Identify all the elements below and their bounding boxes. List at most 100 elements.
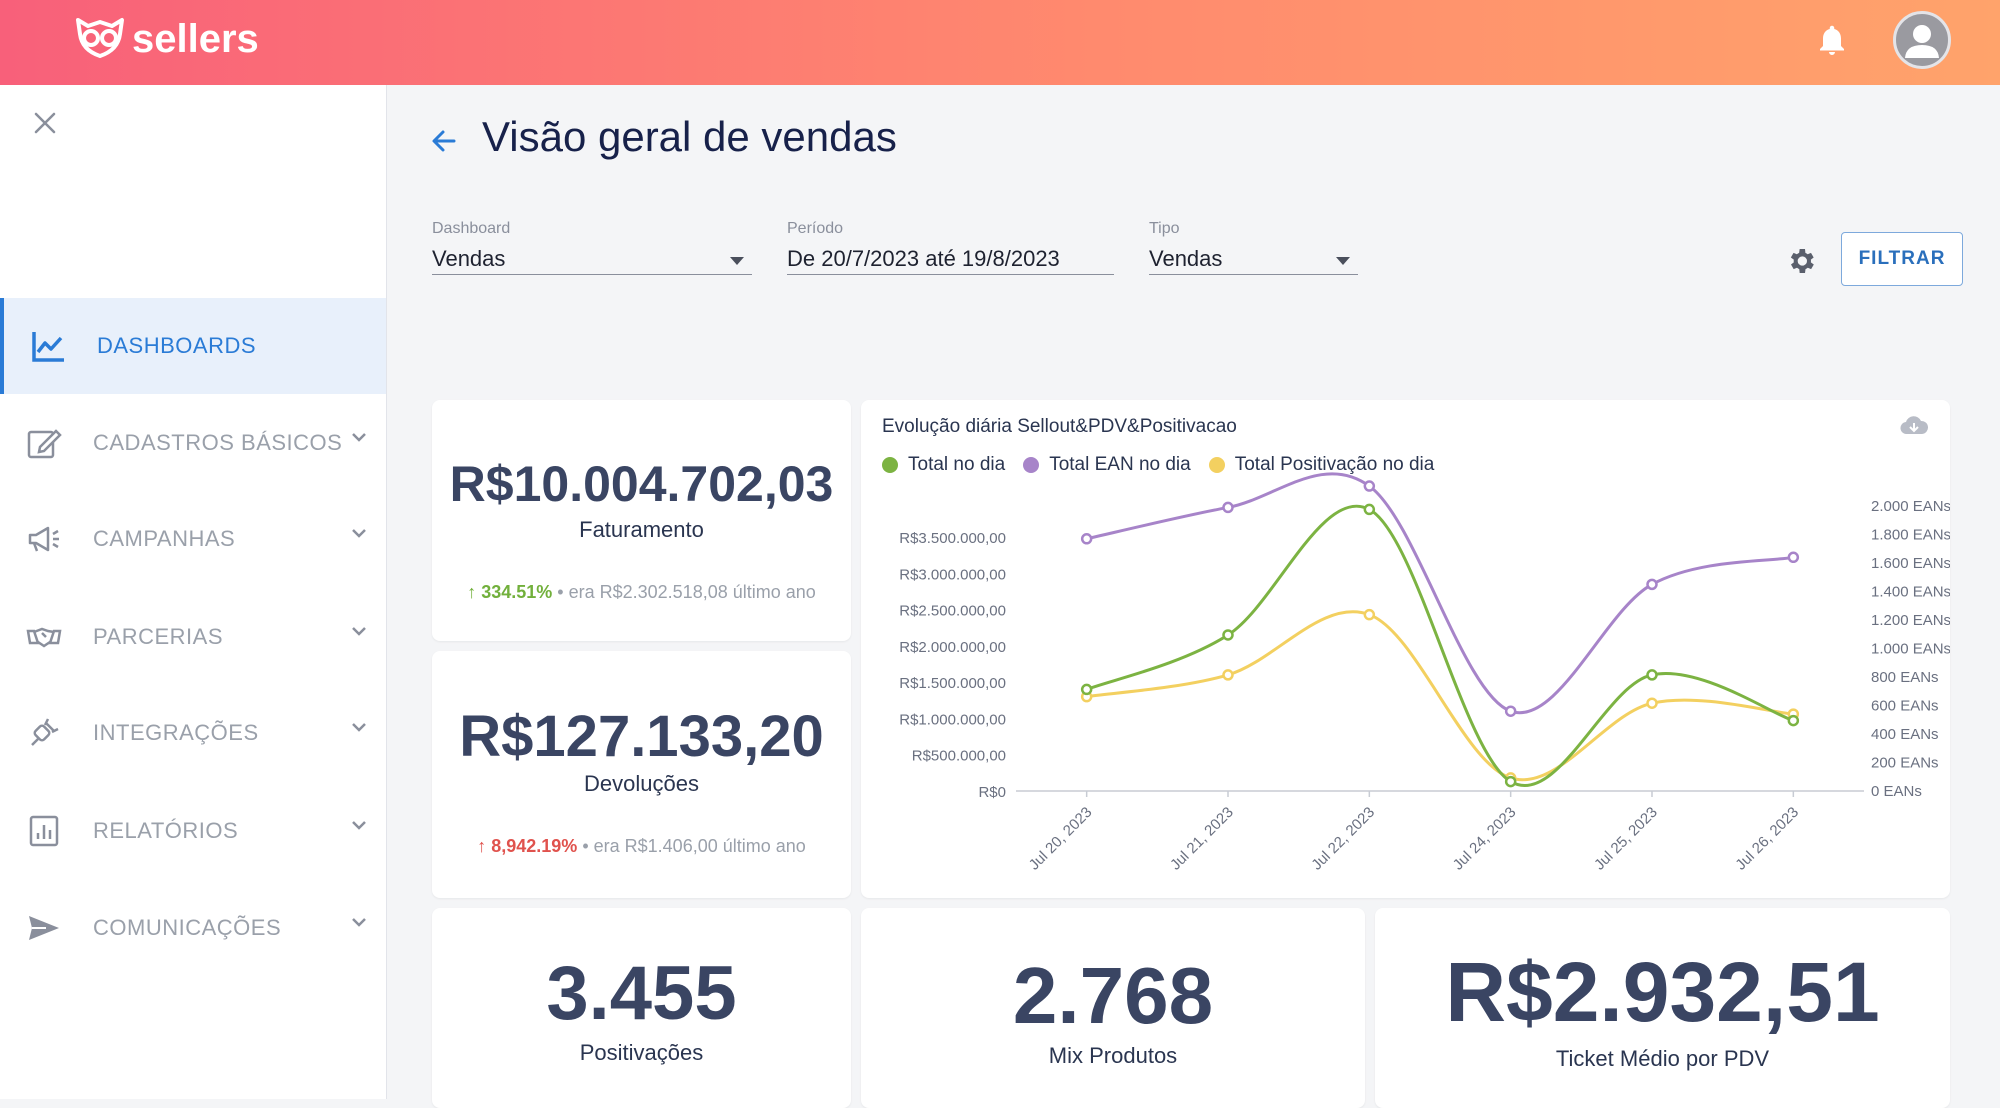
tipo-select[interactable]: Tipo Vendas: [1149, 220, 1358, 275]
y-tick-label-left: R$3.000.000,00: [899, 566, 1006, 583]
data-point: [1222, 501, 1234, 514]
tipo-value: Vendas: [1149, 246, 1223, 271]
x-tick-label: Jul 20, 2023: [1026, 804, 1096, 874]
data-point: [1080, 533, 1093, 545]
user-icon: [1905, 25, 1939, 58]
send-icon: [29, 916, 59, 940]
dashboard-value: Vendas: [432, 246, 506, 271]
arrow-up-icon: ↑: [467, 582, 477, 602]
sidebar-item-comunicacoes[interactable]: COMUNICAÇÕES: [0, 880, 386, 976]
y-tick-label-right: 200 EANs: [1871, 755, 1939, 772]
sidebar-item-dashboards[interactable]: DASHBOARDS: [0, 298, 386, 394]
devolucoes-delta: ↑ 8,942.19% • era R$1.406,00 último ano: [432, 836, 851, 857]
caret-down-icon: [1336, 257, 1350, 265]
chevron-down-icon: [352, 627, 366, 636]
y-tick-label-right: 1.400 EANs: [1871, 584, 1950, 601]
sidebar-item-parcerias[interactable]: PARCERIAS: [0, 589, 386, 685]
data-point: [1080, 683, 1093, 696]
y-tick-label-left: R$0: [978, 784, 1006, 801]
gear-icon[interactable]: [1785, 245, 1817, 277]
periodo-label: Período: [787, 220, 844, 237]
mix-label: Mix Produtos: [1048, 1043, 1178, 1068]
devolucoes-value: R$127.133,20: [459, 704, 824, 769]
megaphone-icon: [28, 526, 59, 552]
y-tick-label-left: R$2.500.000,00: [899, 603, 1006, 620]
dashboard-select[interactable]: Dashboard Vendas: [432, 220, 752, 275]
y-tick-label-left: R$1.500.000,00: [899, 675, 1006, 692]
periodo-field[interactable]: Período De 20/7/2023 até 19/8/2023: [787, 220, 1114, 275]
sidebar-item-integracoes[interactable]: INTEGRAÇÕES: [0, 685, 386, 781]
series-line: [1086, 610, 1794, 782]
data-point: [1222, 629, 1234, 641]
arrow-up-icon: ↑: [477, 836, 487, 856]
y-tick-label-right: 1.000 EANs: [1871, 641, 1950, 658]
x-tick-label: Jul 22, 2023: [1308, 804, 1378, 874]
x-tick-label: Jul 21, 2023: [1167, 804, 1237, 874]
page-title: Visão geral de vendas: [482, 113, 897, 160]
y-tick-label-right: 2.000 EANs: [1871, 498, 1950, 515]
handshake-icon: [26, 627, 62, 648]
sidebar-item-label: COMUNICAÇÕES: [93, 915, 282, 940]
x-tick-label: Jul 25, 2023: [1591, 804, 1661, 874]
sidebar-item-campanhas[interactable]: CAMPANHAS: [0, 491, 386, 587]
chevron-down-icon: [352, 433, 366, 442]
sidebar-item-relatorios[interactable]: RELATÓRIOS: [0, 783, 386, 879]
y-tick-label-left: R$3.500.000,00: [899, 530, 1006, 547]
main-content: Visão geral de vendas Dashboard Vendas P…: [386, 85, 2000, 1108]
y-tick-label-right: 600 EANs: [1871, 698, 1939, 715]
ticket-value: R$2.932,51: [1445, 945, 1880, 1039]
positivacoes-card: 3.455 Positivações: [432, 908, 851, 1108]
data-point: [1787, 551, 1800, 564]
devolucoes-label: Devoluções: [584, 771, 699, 796]
user-avatar[interactable]: [1893, 11, 1951, 69]
y-tick-label-right: 0 EANs: [1871, 783, 1922, 800]
report-icon: [29, 815, 59, 847]
sidebar: DASHBOARDS CADASTROS BÁSICOS CAMPANHAS P…: [0, 85, 387, 1099]
y-tick-label-right: 1.200 EANs: [1871, 612, 1950, 629]
devolucoes-card: R$127.133,20 Devoluções ↑ 8,942.19% • er…: [432, 651, 851, 898]
faturamento-delta: ↑ 334.51% • era R$2.302.518,08 último an…: [432, 582, 851, 603]
line-chart-icon: [32, 332, 64, 362]
dashboard-label: Dashboard: [432, 220, 511, 237]
back-arrow-icon[interactable]: [428, 125, 460, 157]
periodo-value: De 20/7/2023 até 19/8/2023: [787, 246, 1060, 271]
mix-value: 2.768: [1012, 951, 1214, 1040]
sidebar-item-label: CADASTROS BÁSICOS: [93, 430, 343, 455]
chart-card: Evolução diária Sellout&PDV&Positivacao …: [861, 400, 1950, 898]
faturamento-card: R$10.004.702,03 Faturamento ↑ 334.51% • …: [432, 400, 851, 641]
positivacoes-label: Positivações: [579, 1040, 704, 1065]
app-logo[interactable]: sellers: [72, 14, 259, 64]
line-chart: R$0 R$500.000,00 R$1.000.000,00 R$1.500.000…: [899, 472, 1950, 874]
sidebar-item-label: CAMPANHAS: [93, 526, 236, 551]
data-point: [1363, 480, 1376, 492]
chevron-down-icon: [352, 529, 366, 538]
y-tick-label-left: R$2.000.000,00: [899, 639, 1006, 656]
sidebar-item-label: DASHBOARDS: [97, 333, 257, 358]
data-point: [1646, 578, 1658, 591]
data-point: [1504, 705, 1517, 717]
chevron-down-icon: [352, 723, 366, 732]
chevron-down-icon: [352, 918, 366, 927]
faturamento-delta-percent: 334.51%: [481, 582, 553, 602]
faturamento-value: R$10.004.702,03: [449, 456, 834, 512]
data-point: [1646, 697, 1658, 709]
filter-button[interactable]: FILTRAR: [1841, 232, 1963, 286]
data-point: [1363, 608, 1376, 621]
sidebar-item-label: RELATÓRIOS: [93, 818, 239, 843]
bell-icon[interactable]: [1814, 22, 1850, 58]
devolucoes-previous: • era R$1.406,00 último ano: [582, 836, 806, 856]
tipo-label: Tipo: [1149, 220, 1180, 237]
y-tick-label-left: R$500.000,00: [912, 748, 1006, 765]
top-bar: sellers: [0, 0, 2000, 85]
x-tick-label: Jul 26, 2023: [1732, 804, 1802, 874]
sidebar-item-cadastros[interactable]: CADASTROS BÁSICOS: [0, 395, 386, 491]
sidebar-item-label: INTEGRAÇÕES: [93, 720, 259, 745]
caret-down-icon: [730, 257, 744, 265]
logo-text: sellers: [132, 16, 259, 61]
edit-icon: [27, 429, 62, 459]
close-icon[interactable]: [30, 108, 60, 138]
x-tick-label: Jul 24, 2023: [1450, 804, 1520, 874]
owl-logo-icon: [76, 18, 124, 58]
sidebar-item-label: PARCERIAS: [93, 624, 224, 649]
mix-card: 2.768 Mix Produtos: [861, 908, 1365, 1108]
